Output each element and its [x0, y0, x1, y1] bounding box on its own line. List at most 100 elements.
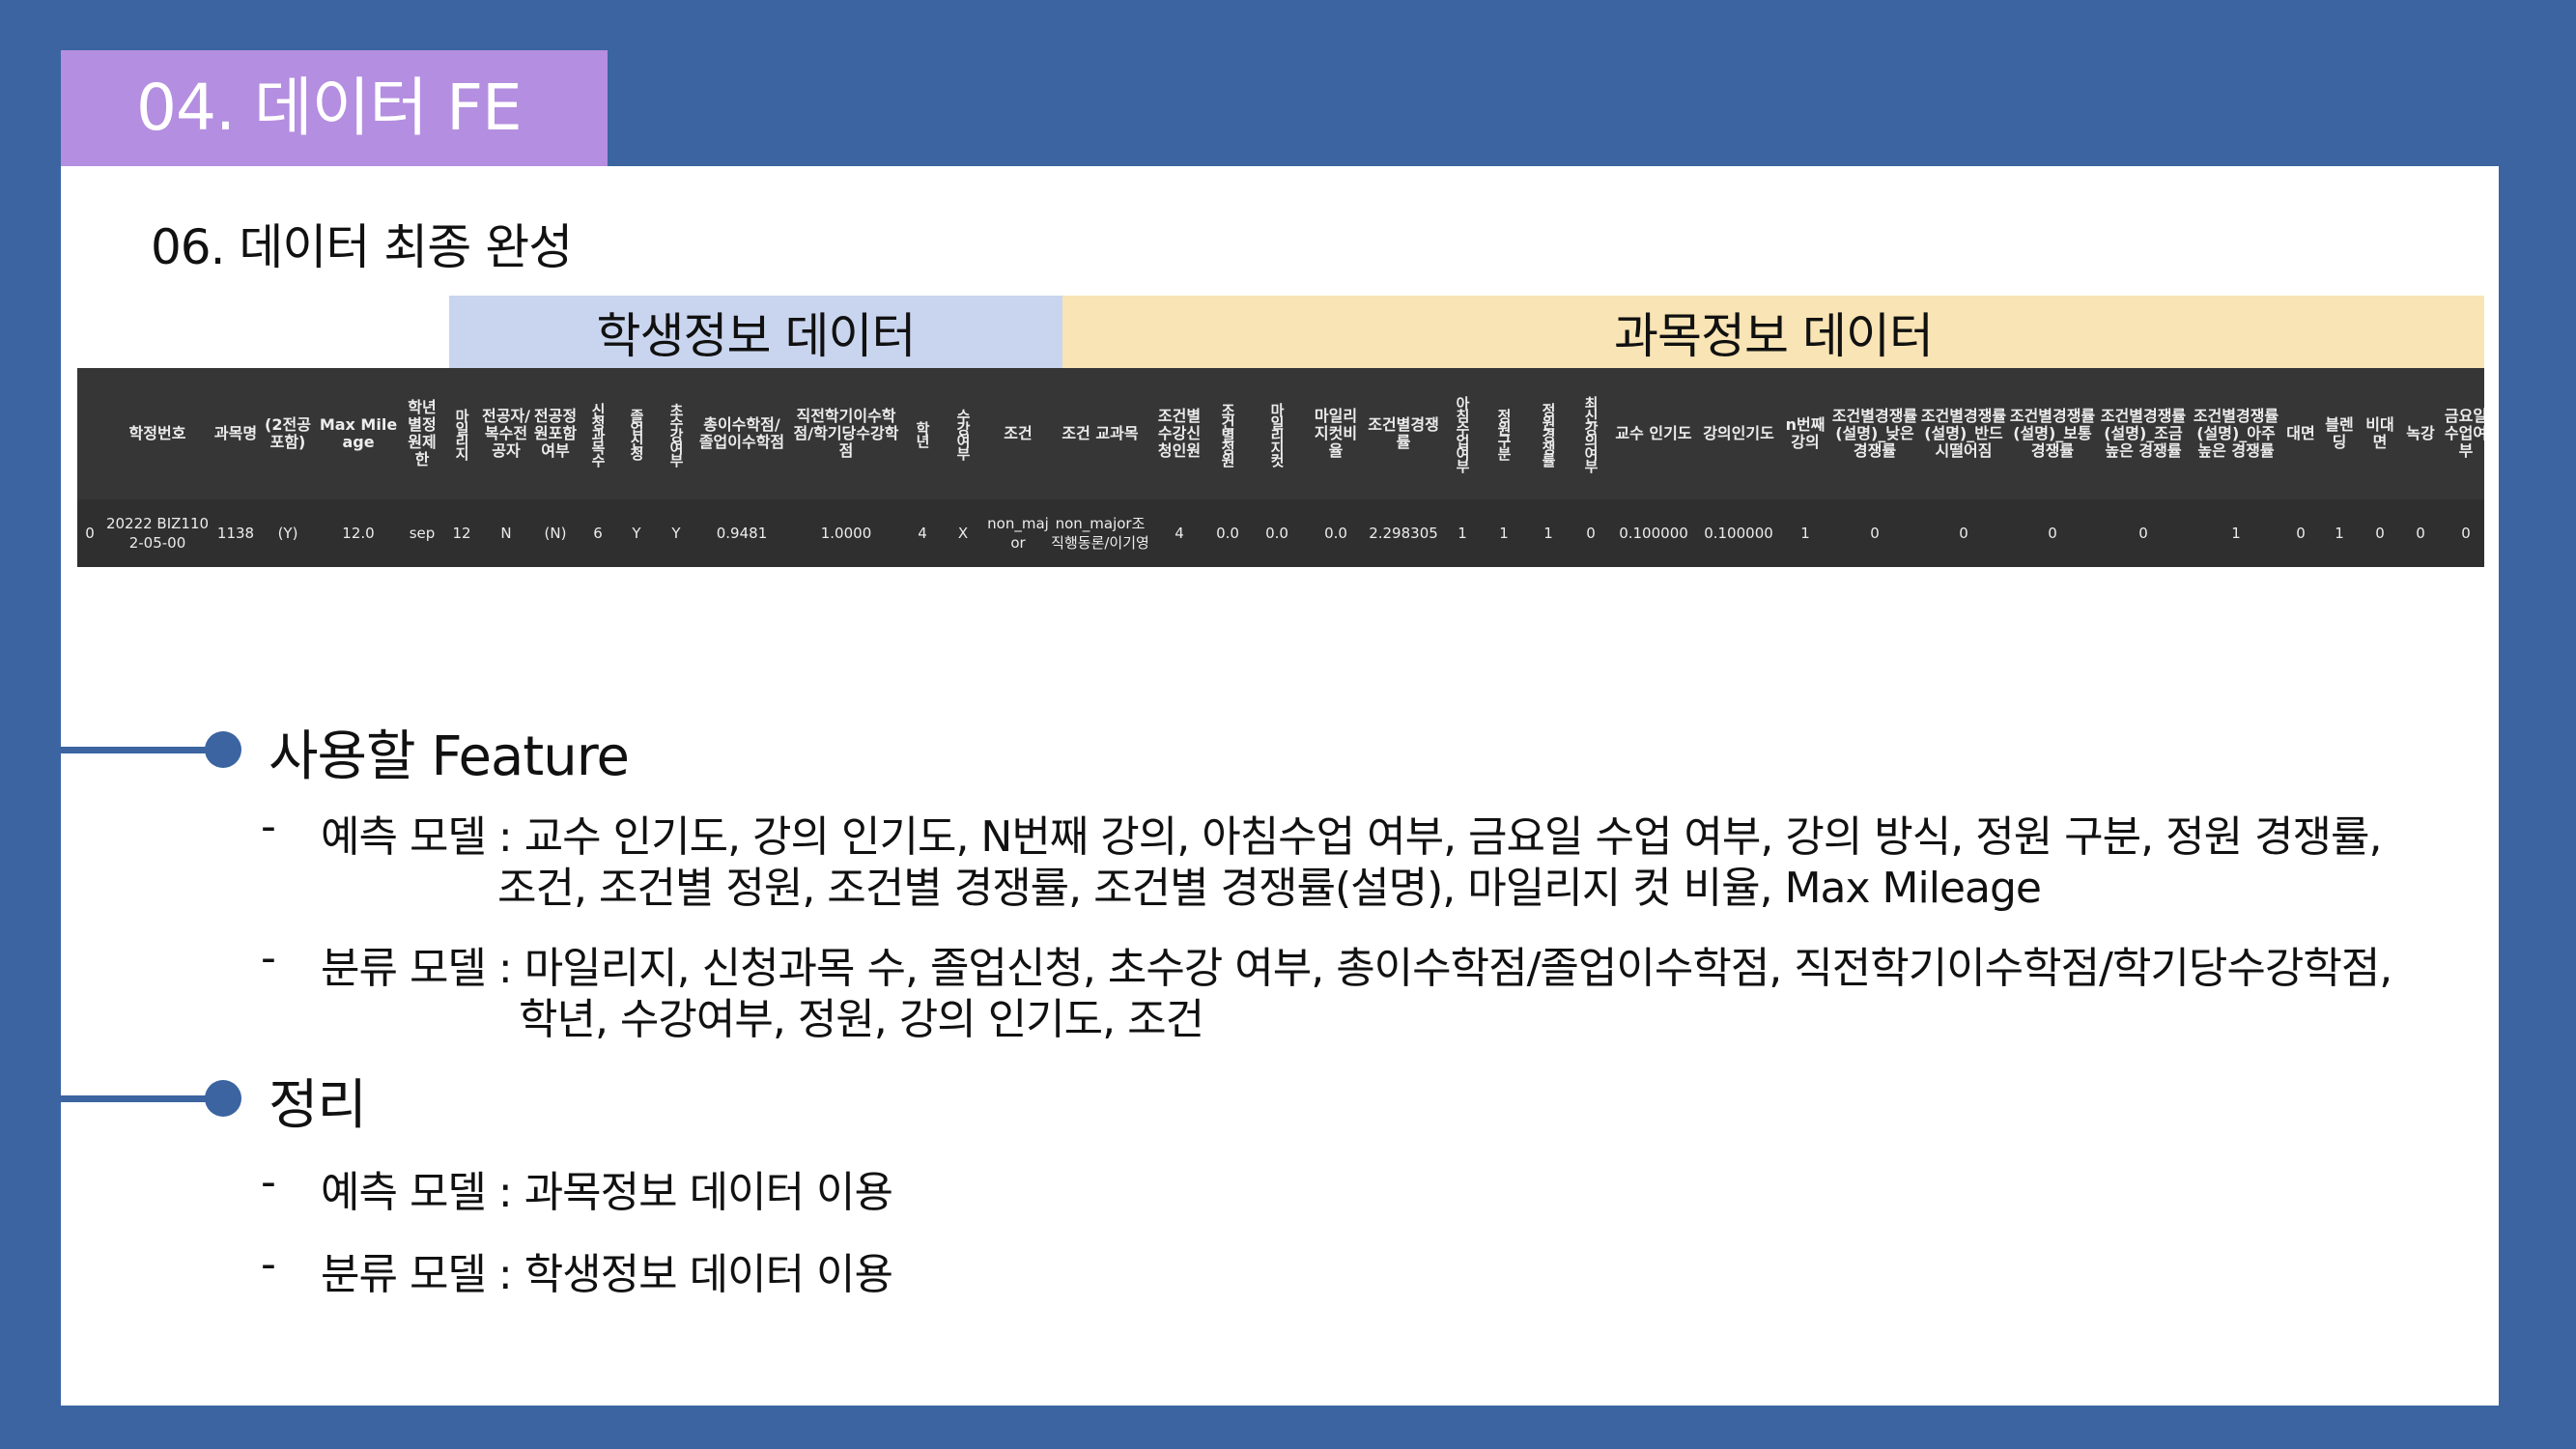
bullet-dot: [205, 731, 241, 768]
column-header: 총이수학점/졸업이수학점: [698, 415, 785, 451]
table-cell: 0.9481: [716, 525, 768, 542]
dataframe-table: 0 학정번호 20222 BIZ1102-05-00 과목명 1138 (2전공포함) (Y…: [77, 368, 2484, 567]
column-header: 아침수업여부: [1454, 396, 1471, 471]
table-cell: 0: [2375, 525, 2385, 542]
table-cell: sep: [409, 525, 436, 542]
column-header: 블렌딩: [2325, 415, 2354, 451]
column-header: 학년: [914, 421, 931, 446]
table-cell: (N): [544, 525, 567, 542]
column-header: 조건별경쟁률: [1368, 415, 1439, 451]
column-header: 마일리지: [453, 409, 470, 459]
table-cell: 0.100000: [1704, 525, 1773, 542]
table-cell: 0: [2138, 525, 2148, 542]
column-header: (2전공포함): [265, 415, 311, 451]
table-cell: non_major조직행동론/이기영: [1051, 515, 1149, 552]
table-cell: 4: [918, 525, 927, 542]
predict-model-features-cont: 조건, 조건별 정원, 조건별 경쟁률, 조건별 경쟁률(설명), 마일리지 컷…: [497, 864, 2042, 913]
column-header: 조건 교과목: [1062, 424, 1139, 442]
dash: -: [261, 802, 276, 851]
column-header: 초수강여부: [667, 402, 685, 466]
column-header: 마일리지컷: [1268, 402, 1286, 466]
table-cell: 0: [2048, 525, 2057, 542]
table-cell: 0: [1870, 525, 1880, 542]
table-cell: 0.0: [1216, 525, 1239, 542]
dash: -: [261, 1239, 276, 1289]
column-header: 최신강의여부: [1582, 396, 1599, 471]
table-cell: 20222 BIZ1102-05-00: [105, 515, 210, 552]
dash: -: [261, 933, 276, 982]
table-cell: 1: [2335, 525, 2344, 542]
column-header: 수강여부: [954, 409, 972, 459]
column-header: 조건별경쟁률(설명)_낮은 경쟁률: [1831, 407, 1918, 460]
table-cell: 4: [1175, 525, 1184, 542]
table-cell: 0: [1586, 525, 1596, 542]
table-cell: 1: [1499, 525, 1509, 542]
column-header: 금요일수업여부: [2444, 407, 2484, 460]
column-header: n번째강의: [1785, 415, 1826, 451]
table-cell: N: [500, 525, 512, 542]
table-cell: 0: [1959, 525, 1968, 542]
section-title: 04. 데이터 FE: [61, 50, 608, 166]
table-cell: (Y): [277, 525, 298, 542]
table-cell: 0: [2461, 525, 2471, 542]
summary-predict: 예측 모델 : 과목정보 데이터 이용: [321, 1168, 893, 1217]
table-cell: 1: [1458, 525, 1467, 542]
table-cell: 1: [1800, 525, 1810, 542]
column-header: Max Mileage: [319, 415, 398, 451]
column-header: 전공자/복수전공자: [481, 407, 530, 460]
column-header: 학정번호: [128, 424, 186, 442]
column-header: 조건별수강신청인원: [1157, 407, 1202, 460]
bullet-dot: [205, 1080, 241, 1117]
summary-classify: 분류 모델 : 학생정보 데이터 이용: [321, 1250, 893, 1299]
table-cell: 1: [1543, 525, 1553, 542]
student-data-band: 학생정보 데이터: [449, 296, 1062, 368]
table-cell: 12.0: [342, 525, 375, 542]
table-cell: 0.0: [1265, 525, 1288, 542]
table-cell: Y: [671, 525, 681, 542]
column-header: 졸업신청: [628, 409, 645, 459]
table-cell: non_major: [987, 515, 1049, 552]
column-header: [77, 380, 102, 488]
column-header: 정원구분: [1495, 409, 1513, 459]
column-header: 조건별정원: [1219, 402, 1236, 466]
bullet-line: [61, 1095, 211, 1102]
table-cell: Y: [632, 525, 641, 542]
column-header: 전공정원포함여부: [533, 407, 578, 460]
table-cell: 0: [2416, 525, 2425, 542]
column-header: 교수 인기도: [1615, 424, 1692, 442]
summary-heading: 정리: [269, 1074, 367, 1137]
table-cell: 2.298305: [1369, 525, 1438, 542]
column-header: 학년별정원제한: [408, 398, 437, 469]
table-cell: 0: [2296, 525, 2306, 542]
item-label: 분류 모델 :: [321, 944, 524, 993]
column-header: 강의인기도: [1703, 424, 1774, 442]
table-cell: 0: [85, 525, 95, 542]
column-header: 조건별경쟁률(설명)_반드시떨어짐: [1920, 407, 2007, 460]
classify-model-features-cont: 학년, 수강여부, 정원, 강의 인기도, 조건: [519, 995, 1204, 1044]
column-header: 과목명: [213, 424, 258, 442]
table-cell: 12: [452, 525, 471, 542]
column-header: 조건별경쟁률(설명)_아주 높은 경쟁률: [2193, 407, 2279, 460]
table-cell: 1.0000: [820, 525, 872, 542]
column-header: 신청과목수: [589, 402, 607, 466]
course-data-band: 과목정보 데이터: [1062, 296, 2484, 368]
column-header: 조건별경쟁률(설명)_보통 경쟁률: [2009, 407, 2096, 460]
column-header: 대면: [2286, 424, 2315, 442]
column-header: 마일리지컷비율: [1314, 407, 1358, 460]
table-cell: 0.0: [1324, 525, 1347, 542]
dash: -: [261, 1157, 276, 1207]
table-cell: 1138: [216, 525, 255, 542]
column-header: 정원경쟁률: [1540, 402, 1557, 466]
column-header: 직전학기이수학점/학기당수강학점: [793, 407, 899, 460]
bullet-line: [61, 747, 211, 753]
feature-heading: 사용할 Feature: [269, 725, 630, 788]
table-cell: 1: [2231, 525, 2241, 542]
column-header: 비대면: [2365, 415, 2394, 451]
item-label: 예측 모델 :: [321, 812, 524, 862]
slide-subtitle: 06. 데이터 최종 완성: [151, 219, 573, 275]
table-cell: 6: [593, 525, 603, 542]
table-cell: 0.100000: [1619, 525, 1688, 542]
table-cell: X: [957, 525, 969, 542]
column-header: 조건별경쟁률(설명)_조금 높은 경쟁률: [2100, 407, 2187, 460]
column-header: 녹강: [2406, 424, 2435, 442]
